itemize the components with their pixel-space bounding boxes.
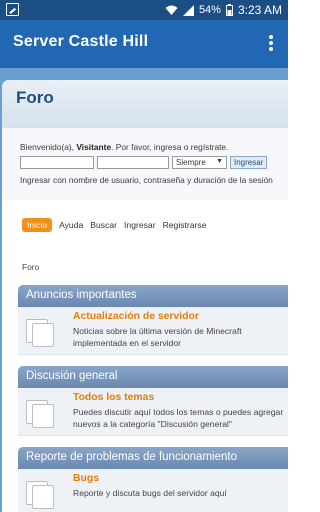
guest-name: Visitante <box>76 142 112 152</box>
nav-register[interactable]: Registrarse <box>163 220 207 230</box>
board-icon <box>26 317 56 347</box>
nav-login[interactable]: Ingresar <box>124 220 156 230</box>
status-icons: 54% 3:23 AM <box>165 3 282 17</box>
overflow-menu-icon[interactable] <box>264 33 278 55</box>
username-input[interactable] <box>20 156 94 169</box>
dropdown-arrow-icon: ▼ <box>216 158 223 165</box>
board-title[interactable]: Actualización de servidor <box>73 311 199 322</box>
battery-percent: 54% <box>198 4 221 16</box>
board-title[interactable]: Bugs <box>73 473 99 484</box>
board-description: Puedes discutir aquí todos los temas o p… <box>73 407 284 429</box>
webview-background: Foro Bienvenido(a), Visitante. Por favor… <box>0 68 288 512</box>
breadcrumb[interactable]: Foro <box>22 262 39 272</box>
login-form: Siempre ▼ Ingresar <box>20 156 268 169</box>
nav-search[interactable]: Buscar <box>90 220 117 230</box>
app-bar: Server Castle Hill <box>0 20 288 68</box>
board-title[interactable]: Todos los temas <box>73 392 154 403</box>
wifi-icon <box>165 5 178 15</box>
password-input[interactable] <box>97 156 169 169</box>
login-hint: Ingresar con nombre de usuario, contrase… <box>20 175 273 185</box>
board-icon <box>26 398 56 428</box>
nav-home[interactable]: Inicio <box>22 218 53 232</box>
board-row: Actualización de servidor Noticias sobre… <box>18 307 288 355</box>
board-description: Noticias sobre la última versión de Mine… <box>73 326 242 348</box>
forum-page: Foro Bienvenido(a), Visitante. Por favor… <box>2 80 288 512</box>
battery-icon <box>225 4 233 16</box>
category-header[interactable]: Reporte de problemas de funcionamiento <box>18 447 288 469</box>
board-row: Todos los temas Puedes discutir aquí tod… <box>18 388 288 436</box>
session-duration-select[interactable]: Siempre ▼ <box>172 156 227 169</box>
app-title: Server Castle Hill <box>13 33 149 50</box>
status-bar: 54% 3:23 AM <box>0 0 288 20</box>
login-panel: Bienvenido(a), Visitante. Por favor, ing… <box>2 128 288 200</box>
page-title: Foro <box>16 88 54 107</box>
signal-icon <box>182 4 194 16</box>
category-header[interactable]: Anuncios importantes <box>18 285 288 307</box>
category-header[interactable]: Discusión general <box>18 366 288 388</box>
nav-help[interactable]: Ayuda <box>59 220 83 230</box>
login-submit-button[interactable]: Ingresar <box>230 156 268 169</box>
board-description: Reporte y discuta bugs del servidor aquí <box>73 488 227 498</box>
board-row: Bugs Reporte y discuta bugs del servidor… <box>18 469 288 512</box>
gallery-notification-icon <box>6 3 19 16</box>
main-nav: Inicio Ayuda Buscar Ingresar Registrarse <box>22 218 207 232</box>
clock: 3:23 AM <box>237 3 282 17</box>
page-header: Foro <box>2 80 288 128</box>
board-icon <box>26 479 56 509</box>
welcome-text: Bienvenido(a), Visitante. Por favor, ing… <box>20 142 229 152</box>
